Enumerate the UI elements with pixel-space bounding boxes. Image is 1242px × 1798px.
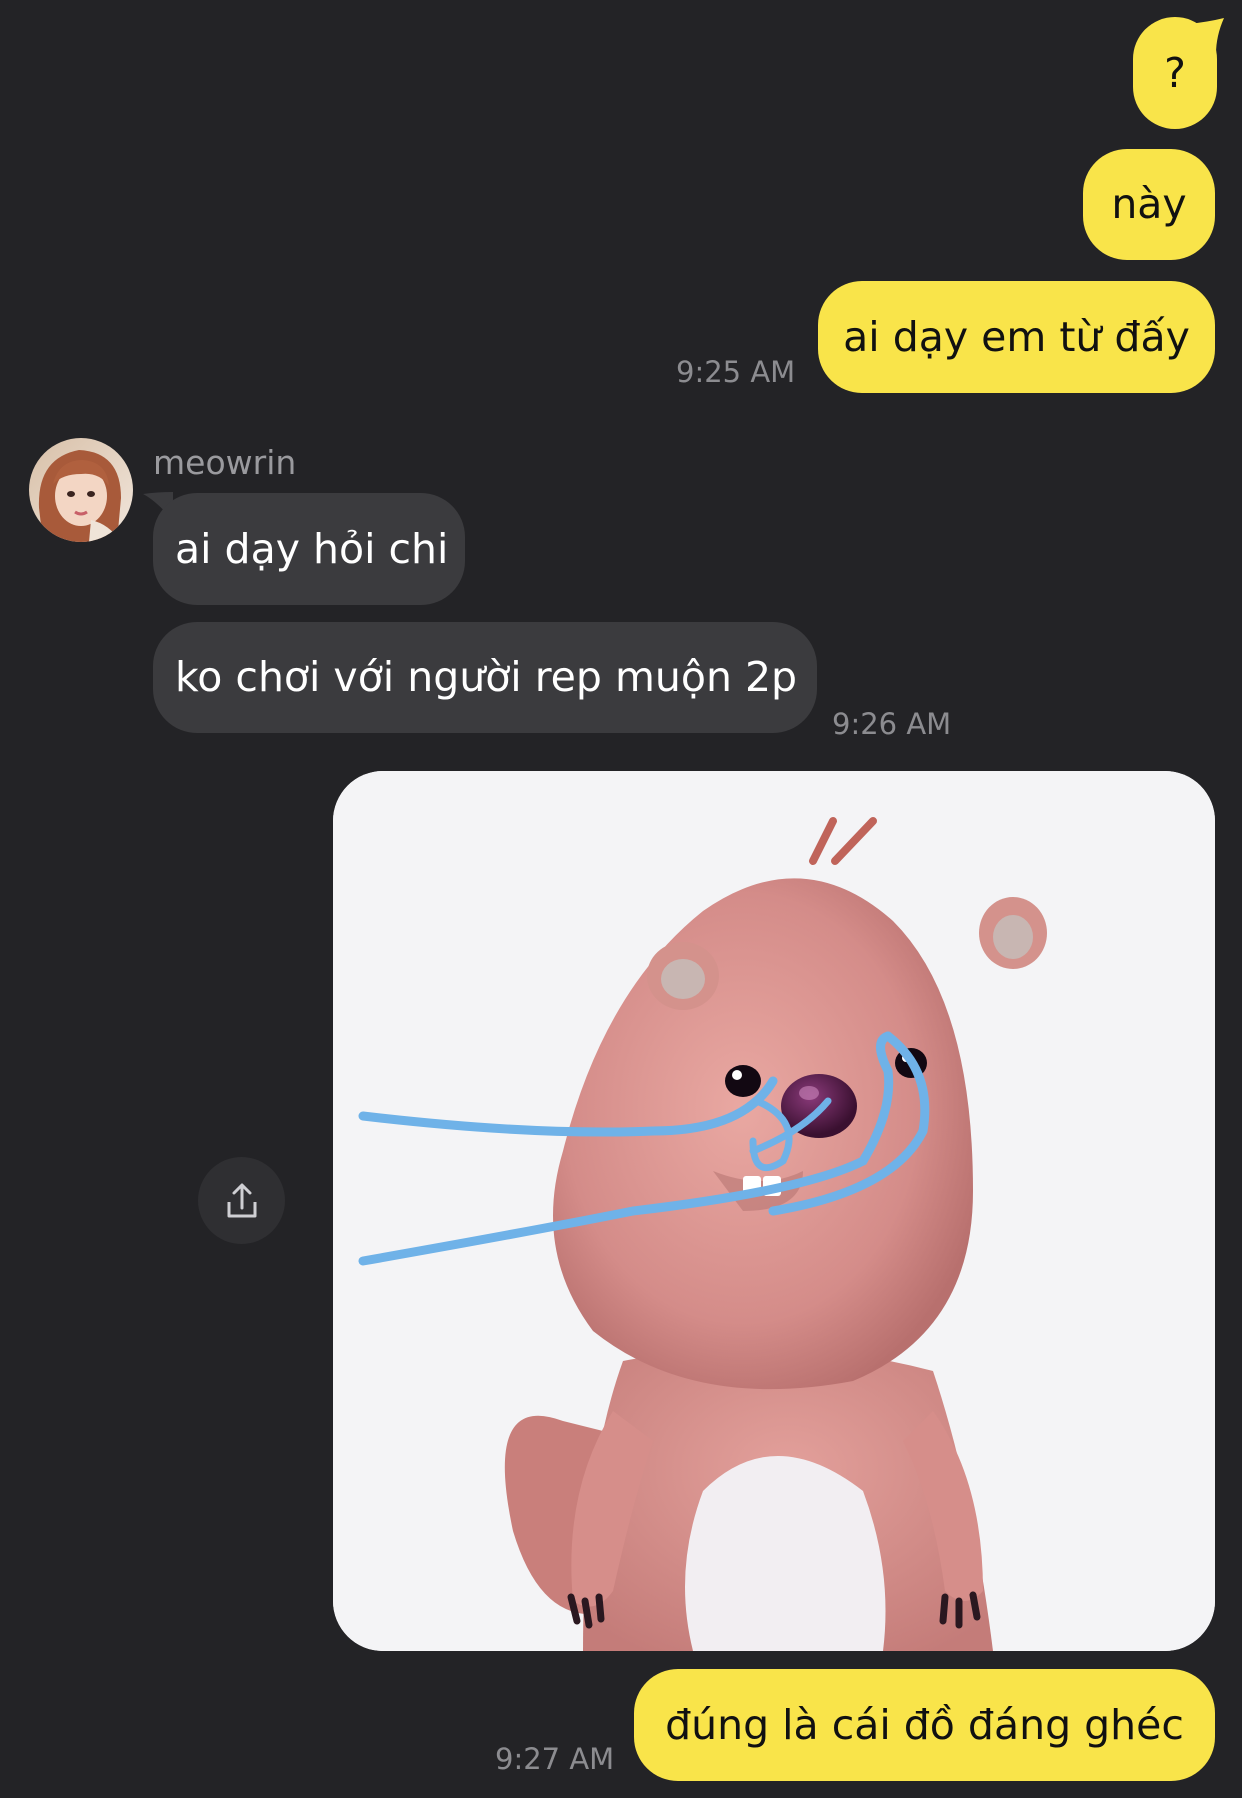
image-message[interactable] [333,771,1215,1651]
avatar-image [29,438,133,542]
crying-beaver-sticker-image [333,771,1215,1651]
message-bubble-ai-day-hoi-chi[interactable]: ai dạy hỏi chi [153,493,465,605]
timestamp: 9:25 AM [676,355,796,389]
message-bubble-dung-la[interactable]: đúng là cái đồ đáng ghéc [634,1669,1215,1781]
message-text: này [1111,180,1187,228]
message-text: ai dạy em từ đấy [843,312,1190,361]
message-text: đúng là cái đồ đáng ghéc [665,1700,1184,1749]
share-icon [227,1183,256,1217]
sender-name: meowrin [153,443,297,482]
message-text: ai dạy hỏi chi [175,524,449,573]
share-button[interactable] [198,1157,285,1244]
message-text: ko chơi với người rep muộn 2p [175,653,798,701]
bubble-tail-icon [1188,18,1224,54]
message-bubble-ai-day-em[interactable]: ai dạy em từ đấy [818,281,1215,393]
avatar[interactable] [29,438,133,542]
timestamp: 9:26 AM [832,707,952,741]
message-text: ? [1164,48,1186,97]
message-bubble-nay[interactable]: này [1083,149,1215,260]
timestamp: 9:27 AM [495,1742,615,1776]
message-bubble-ko-choi[interactable]: ko chơi với người rep muộn 2p [153,622,817,733]
